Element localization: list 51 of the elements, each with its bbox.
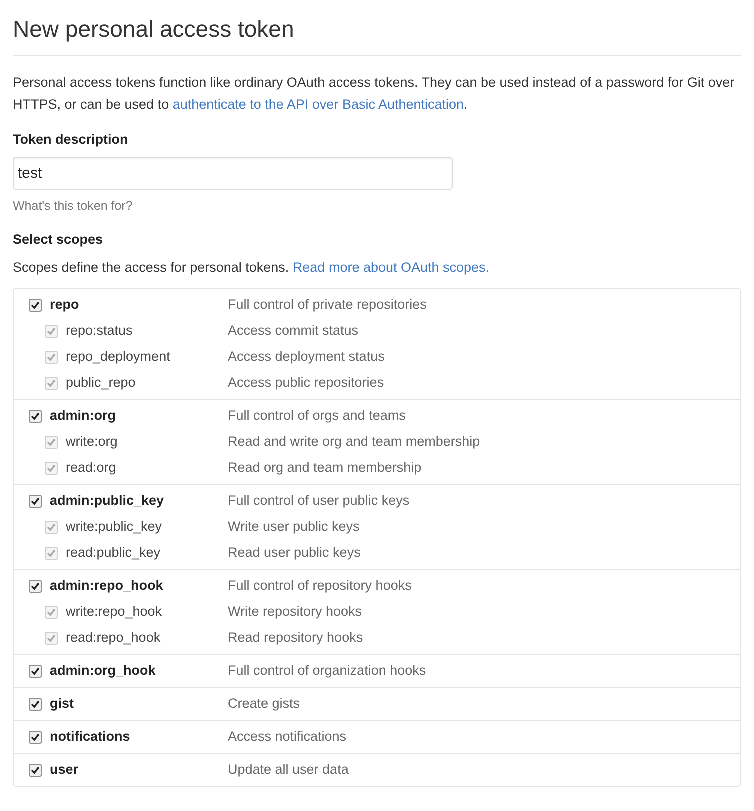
section-heading: Select scopes <box>13 230 104 249</box>
scope-name: gist <box>50 694 74 713</box>
scope-description: Read user public keys <box>228 544 361 562</box>
scope-name: write:public_key <box>66 518 162 536</box>
scope-name: repo_deployment <box>66 348 170 366</box>
token-description-field[interactable]: test <box>13 156 453 190</box>
scope-description: Write repository hooks <box>228 602 362 621</box>
intro-text: Personal access tokens function like ordinary OAuth access tokens. They can be used instead of a password for Git over HTTPS, or can be used to authenticate to the API over Basic Authentication. <box>13 74 736 114</box>
page-title: New personal access token <box>13 15 296 44</box>
scope-description: Full control of repository hooks <box>228 576 412 595</box>
checkbox[interactable] <box>29 410 42 422</box>
auth-link[interactable]: authenticate to the API over Basic Authentication <box>172 96 464 112</box>
checkbox[interactable] <box>29 298 42 312</box>
scope-name: read:repo_hook <box>66 628 161 647</box>
scope-description: Write user public keys <box>228 518 360 536</box>
scope-name: read:public_key <box>66 544 161 562</box>
scope-name: admin:public_key <box>50 492 164 510</box>
scope-name: repo:status <box>66 322 133 340</box>
checkbox[interactable] <box>29 730 42 744</box>
scope-description: Access notifications <box>228 728 347 746</box>
scope-name: notifications <box>50 728 130 746</box>
scope-description: Access public repositories <box>228 374 384 392</box>
checkbox[interactable] <box>29 494 42 508</box>
scope-name: public_repo <box>66 374 136 392</box>
field-hint: What's this token for? <box>13 198 134 215</box>
scope-name: write:repo_hook <box>66 602 162 621</box>
scope-name: repo <box>50 296 80 314</box>
scope-name: admin:repo_hook <box>50 576 164 595</box>
checkbox[interactable] <box>29 664 42 678</box>
scopes-text: Scopes define the access for personal tokens. Read more about OAuth scopes. <box>13 258 491 277</box>
scope-description: Full control of orgs and teams <box>228 406 406 425</box>
scope-description: Full control of organization hooks <box>228 662 426 680</box>
scope-description: Update all user data <box>228 760 349 779</box>
scope-name: admin:org_hook <box>50 662 156 680</box>
scope-description: Read and write org and team membership <box>228 432 480 451</box>
scope-description: Create gists <box>228 694 300 713</box>
scope-description: Read repository hooks <box>228 628 364 647</box>
scope-description: Full control of user public keys <box>228 492 410 510</box>
scope-name: user <box>50 760 79 779</box>
checkbox[interactable] <box>29 698 42 710</box>
field-label: Token description <box>13 130 130 149</box>
oauth-scopes-link[interactable]: Read more about OAuth scopes. <box>292 260 490 275</box>
scope-description: Access deployment status <box>228 348 385 366</box>
scope-name: admin:org <box>50 406 116 425</box>
scope-name: read:org <box>66 458 116 477</box>
scope-description: Full control of private repositories <box>228 296 427 314</box>
checkbox[interactable] <box>29 764 42 776</box>
scope-description: Access commit status <box>228 322 359 340</box>
checkbox[interactable] <box>29 580 42 592</box>
scope-name: write:org <box>66 432 118 451</box>
scope-description: Read org and team membership <box>228 458 422 477</box>
